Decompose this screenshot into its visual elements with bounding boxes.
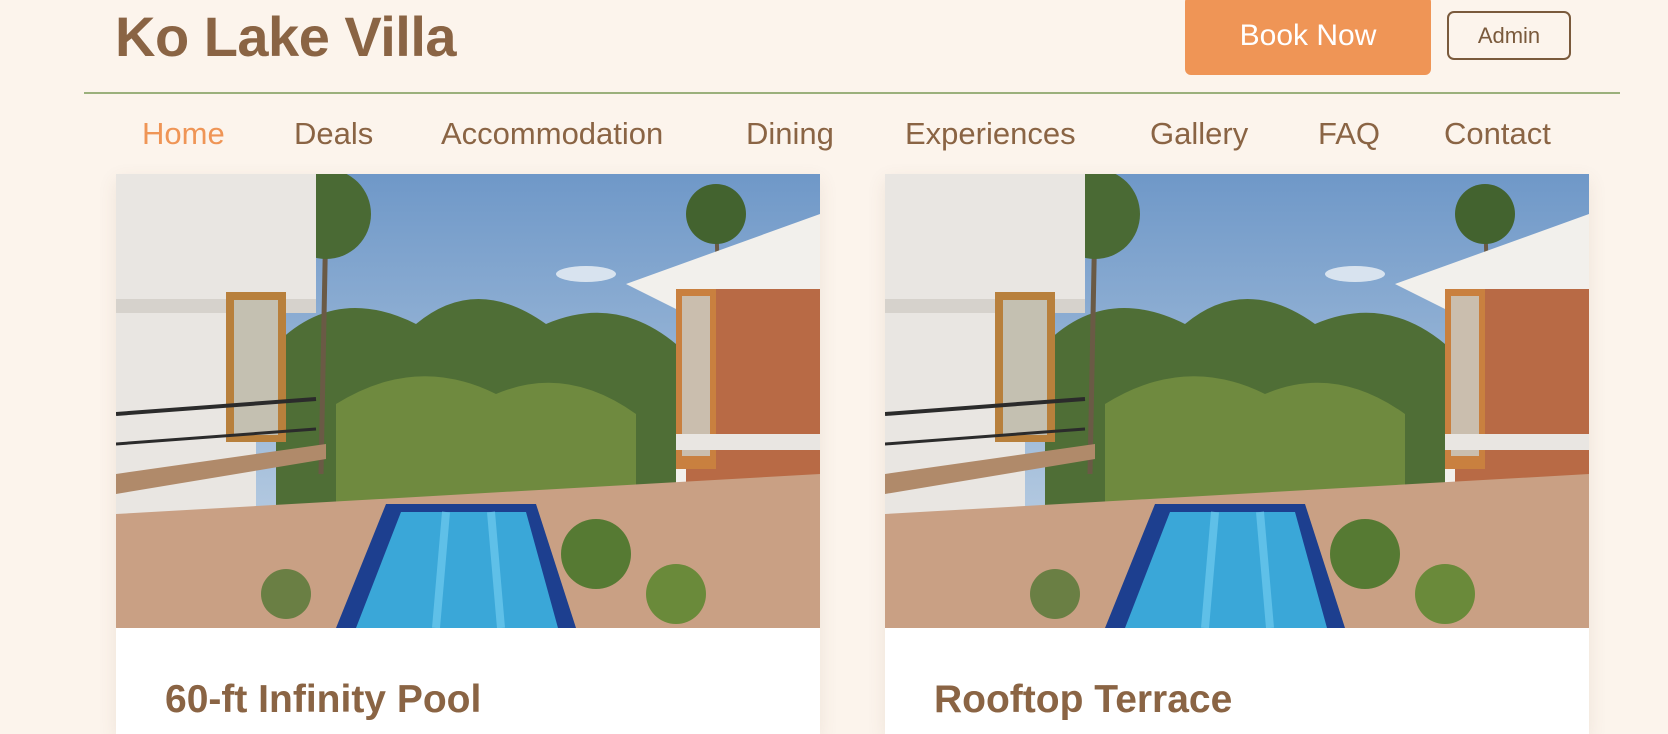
site-logo-text[interactable]: Ko Lake Villa [115, 4, 457, 70]
villa-pool-photo [116, 174, 820, 628]
nav-accommodation[interactable]: Accommodation [441, 112, 663, 156]
nav-deals[interactable]: Deals [294, 112, 373, 156]
book-now-button[interactable]: Book Now [1185, 0, 1431, 75]
villa-pool-photo [885, 174, 1589, 628]
nav-gallery[interactable]: Gallery [1150, 112, 1248, 156]
header-divider [84, 92, 1620, 94]
feature-card-infinity-pool[interactable]: 60-ft Infinity Pool [116, 174, 820, 734]
nav-faq[interactable]: FAQ [1318, 112, 1380, 156]
nav-dining[interactable]: Dining [746, 112, 834, 156]
feature-card-title: Rooftop Terrace [934, 678, 1233, 721]
feature-card-rooftop-terrace[interactable]: Rooftop Terrace [885, 174, 1589, 734]
nav-contact[interactable]: Contact [1444, 112, 1551, 156]
nav-experiences[interactable]: Experiences [905, 112, 1076, 156]
nav-home[interactable]: Home [142, 112, 225, 156]
feature-card-title: 60-ft Infinity Pool [165, 678, 482, 721]
main-nav: Home Deals Accommodation Dining Experien… [0, 112, 1668, 156]
admin-button[interactable]: Admin [1447, 11, 1571, 60]
